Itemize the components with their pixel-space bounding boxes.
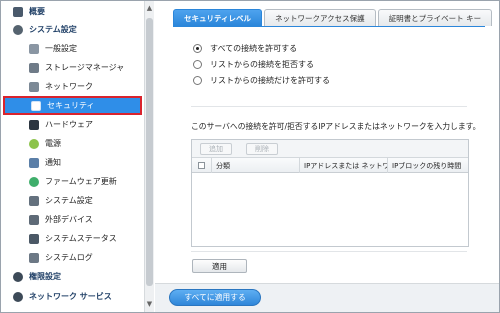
radio-label: リストからの接続だけを許可する (210, 76, 330, 85)
grid-icon (13, 6, 23, 17)
table-toolbar: 追加 削除 (192, 140, 468, 158)
sidebar-item-label: システム設定 (29, 25, 77, 34)
add-button[interactable]: 追加 (200, 143, 232, 155)
divider (191, 251, 467, 252)
divider (191, 106, 467, 107)
external-device-icon (29, 214, 39, 225)
tab-bar: セキュリティレベル ネットワークアクセス保護 証明書とプライベート キー (173, 9, 493, 26)
network-icon (29, 81, 39, 92)
notification-icon (29, 157, 39, 168)
sidebar-item-firmware[interactable]: ファームウェア更新 (1, 173, 144, 190)
bottom-bar: すべてに適用する (155, 283, 499, 312)
sidebar-item-system-log[interactable]: システムログ (1, 249, 144, 266)
sidebar: 概要 システム設定 一般設定 ストレージマネージャ ネットワーク セキュリティ … (1, 1, 144, 312)
ip-list-table: 追加 削除 分類 IPアドレスまたは ネットワ... IPブロックの残り時間 (191, 139, 469, 247)
tab-network-access-protection[interactable]: ネットワークアクセス保護 (264, 9, 376, 26)
network-service-icon (13, 291, 23, 302)
radio-selected-icon[interactable] (193, 44, 202, 53)
sidebar-item-label: システムステータス (45, 234, 117, 243)
sidebar-item-label: ファームウェア更新 (45, 177, 117, 186)
apply-all-button[interactable]: すべてに適用する (169, 289, 261, 306)
select-all-checkbox-cell[interactable] (192, 158, 212, 173)
sidebar-item-label: ネットワーク (45, 82, 93, 91)
sidebar-item-external-device[interactable]: 外部デバイス (1, 211, 144, 228)
sidebar-item-security[interactable]: セキュリティ (3, 96, 142, 115)
radio-allow-all[interactable]: すべての接続を許可する (193, 43, 297, 54)
sidebar-item-label: セキュリティ (47, 101, 95, 110)
radio-icon[interactable] (193, 76, 202, 85)
power-icon (29, 138, 39, 149)
sidebar-item-label: ネットワーク サービス (29, 292, 112, 301)
log-icon (29, 252, 39, 263)
storage-icon (29, 62, 39, 73)
radio-icon[interactable] (193, 60, 202, 69)
lock-icon (31, 100, 41, 111)
column-header-ip-address[interactable]: IPアドレスまたは ネットワ... (300, 158, 388, 173)
radio-deny-list[interactable]: リストからの接続を拒否する (193, 59, 314, 70)
sidebar-item-label: システム設定 (45, 196, 93, 205)
general-settings-icon (29, 43, 39, 54)
sidebar-item-power[interactable]: 電源 (1, 135, 144, 152)
sidebar-item-system-status[interactable]: システムステータス (1, 230, 144, 247)
main-panel: セキュリティレベル ネットワークアクセス保護 証明書とプライベート キー すべて… (155, 1, 499, 312)
sidebar-item-network[interactable]: ネットワーク (1, 78, 144, 95)
table-header: 分類 IPアドレスまたは ネットワ... IPブロックの残り時間 (192, 158, 468, 173)
gear-icon (13, 24, 23, 35)
user-icon (13, 271, 23, 282)
sidebar-item-label: 電源 (45, 139, 61, 148)
sidebar-item-storage[interactable]: ストレージマネージャ (1, 59, 144, 76)
sidebar-item-label: 外部デバイス (45, 215, 93, 224)
select-all-checkbox[interactable] (198, 162, 205, 169)
scroll-down-icon[interactable]: ▼ (145, 298, 154, 310)
sidebar-item-hardware[interactable]: ハードウェア (1, 116, 144, 133)
radio-allow-list-only[interactable]: リストからの接続だけを許可する (193, 75, 330, 86)
sidebar-item-label: システムログ (45, 253, 93, 262)
sidebar-item-label: 一般設定 (45, 44, 77, 53)
sidebar-item-label: ストレージマネージャ (45, 63, 125, 72)
status-icon (29, 233, 39, 244)
sidebar-item-label: 通知 (45, 158, 61, 167)
sidebar-scrollbar-thumb[interactable] (146, 18, 153, 286)
sidebar-item-label: 権限設定 (29, 272, 61, 281)
delete-button[interactable]: 削除 (246, 143, 278, 155)
tab-certificate-private-key[interactable]: 証明書とプライベート キー (377, 9, 493, 26)
tab-security-level[interactable]: セキュリティレベル (173, 9, 263, 26)
system-settings-icon (29, 195, 39, 206)
sidebar-item-system-settings[interactable]: システム設定 (1, 21, 144, 38)
hardware-icon (29, 119, 39, 130)
sidebar-item-system-config[interactable]: システム設定 (1, 192, 144, 209)
scroll-up-icon[interactable]: ▲ (145, 2, 154, 14)
sidebar-item-label: ハードウェア (45, 120, 93, 129)
radio-label: すべての接続を許可する (210, 44, 298, 53)
sidebar-item-overview[interactable]: 概要 (1, 3, 144, 20)
column-header-category[interactable]: 分類 (212, 158, 300, 173)
sidebar-item-general[interactable]: 一般設定 (1, 40, 144, 57)
radio-label: リストからの接続を拒否する (210, 60, 314, 69)
apply-button[interactable]: 適用 (192, 259, 247, 273)
sidebar-item-notification[interactable]: 通知 (1, 154, 144, 171)
sidebar-item-label: 概要 (29, 7, 45, 16)
sidebar-item-network-service[interactable]: ネットワーク サービス (1, 288, 144, 305)
tab-underline (173, 26, 485, 27)
sidebar-item-permissions[interactable]: 権限設定 (1, 268, 144, 285)
firmware-icon (29, 176, 39, 187)
column-header-block-time[interactable]: IPブロックの残り時間 (388, 158, 468, 173)
ip-list-description: このサーバへの接続を許可/拒否するIPアドレスまたはネットワークを入力します。 (191, 122, 481, 131)
